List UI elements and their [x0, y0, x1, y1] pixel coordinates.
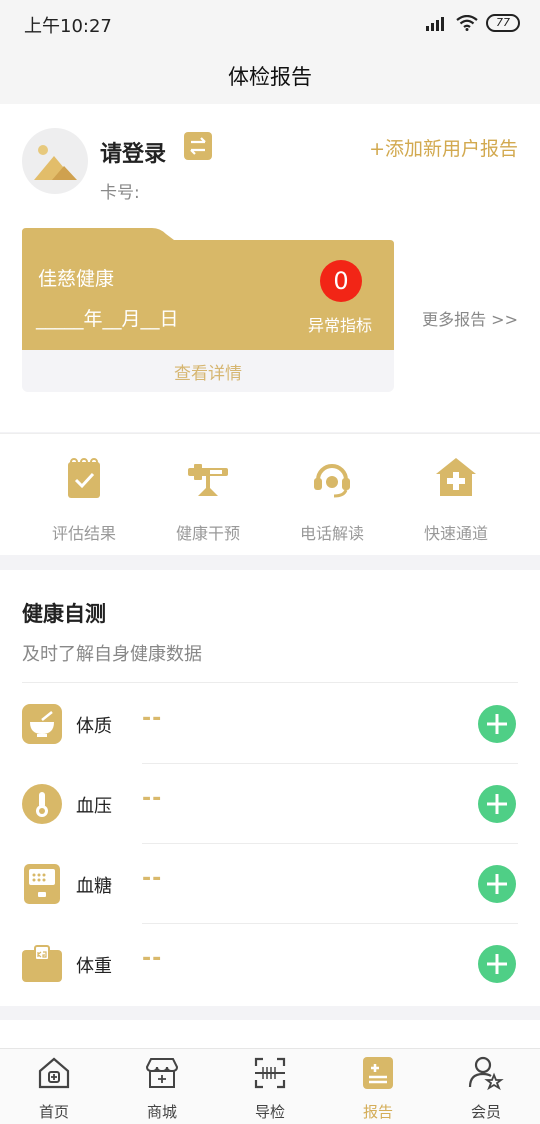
report-org-name: 佳慈健康: [38, 268, 115, 290]
shortcut-grid: 评估结果 健康干预 电话解读 快速通道: [0, 433, 540, 555]
home-icon: [38, 1057, 70, 1089]
tab-member[interactable]: 会员: [432, 1055, 540, 1122]
tab-label: 会员: [470, 1103, 501, 1121]
report-card[interactable]: 佳慈健康 _____年__月__日 0 异常指标 查看详情: [22, 228, 394, 392]
add-icon[interactable]: [478, 785, 516, 823]
clipboard-check-icon: [68, 458, 100, 498]
divider: [22, 682, 518, 683]
tab-store[interactable]: 商城: [108, 1055, 216, 1122]
tab-guide[interactable]: 导检: [216, 1055, 324, 1122]
bottom-tab-bar: 首页 商城 导检 报告 会员: [0, 1048, 540, 1124]
view-details-button[interactable]: 查看详情: [22, 350, 394, 392]
scan-icon: [254, 1057, 286, 1089]
section-title: 健康自测: [22, 602, 106, 626]
tab-label: 报告: [362, 1103, 393, 1121]
next-section-peek: [0, 1020, 540, 1048]
shortcut-health-intervention[interactable]: 健康干预: [146, 456, 270, 544]
tab-label: 导检: [254, 1103, 285, 1121]
battery-icon: 77: [486, 14, 520, 32]
health-self-test-section: 健康自测 及时了解自身健康数据 体质 -- 血压 -- 血糖 -- 体重 --: [0, 570, 540, 1006]
weight-kg-icon: [22, 945, 62, 982]
shortcut-phone-consult[interactable]: 电话解读: [270, 456, 394, 544]
signal-icon: [426, 17, 444, 31]
self-test-name: 血压: [76, 796, 112, 817]
add-user-report-link[interactable]: +添加新用户报告: [369, 134, 518, 161]
status-icons: 77: [426, 12, 520, 34]
headset-icon: [314, 464, 350, 498]
section-subtitle: 及时了解自身健康数据: [22, 644, 202, 665]
intervention-icon: [188, 464, 228, 496]
tab-label: 首页: [38, 1103, 69, 1121]
shortcut-label: 评估结果: [51, 524, 116, 543]
user-report-section: 请登录 卡号: +添加新用户报告 佳慈健康 _____年__月__日 0 异常指…: [0, 104, 540, 432]
self-test-row-weight[interactable]: 体重 --: [22, 924, 518, 1004]
avatar[interactable]: [22, 128, 88, 194]
abnormal-count-badge: 0: [320, 260, 362, 302]
tab-report[interactable]: 报告: [324, 1055, 432, 1122]
more-reports-link[interactable]: 更多报告 >>: [422, 306, 518, 330]
add-icon[interactable]: [478, 865, 516, 903]
self-test-name: 体质: [76, 716, 112, 737]
shortcut-fast-track[interactable]: 快速通道: [394, 456, 518, 544]
abnormal-label: 异常指标: [308, 316, 373, 335]
self-test-row-blood-pressure[interactable]: 血压 --: [22, 764, 518, 844]
self-test-value: --: [142, 866, 163, 891]
self-test-row-blood-sugar[interactable]: 血糖 --: [22, 844, 518, 924]
self-test-value: --: [142, 946, 163, 971]
nav-bar: 体检报告: [0, 48, 540, 104]
shortcut-label: 快速通道: [423, 524, 488, 543]
store-icon: [145, 1058, 179, 1088]
add-icon[interactable]: [478, 945, 516, 983]
self-test-row-constitution[interactable]: 体质 --: [22, 684, 518, 764]
wifi-icon: [456, 15, 478, 31]
thermometer-icon: [22, 784, 62, 824]
tab-label: 商城: [146, 1103, 177, 1121]
shortcut-label: 健康干预: [175, 524, 240, 543]
status-bar: 上午10:27 77: [0, 0, 540, 48]
glucose-meter-icon: [24, 864, 60, 904]
card-number-label: 卡号:: [100, 183, 140, 203]
shortcut-label: 电话解读: [299, 524, 364, 543]
page-title: 体检报告: [228, 65, 312, 89]
member-icon: [468, 1056, 504, 1091]
login-link[interactable]: 请登录: [100, 136, 166, 168]
report-icon: [363, 1057, 393, 1089]
status-time: 上午10:27: [24, 16, 112, 37]
bowl-icon: [22, 704, 62, 744]
medical-house-icon: [436, 458, 476, 496]
self-test-value: --: [142, 786, 163, 811]
image-placeholder-icon: [34, 145, 77, 180]
add-icon[interactable]: [478, 705, 516, 743]
shortcut-assessment-results[interactable]: 评估结果: [22, 456, 146, 544]
self-test-value: --: [142, 706, 163, 731]
report-date: _____年__月__日: [36, 308, 179, 330]
self-test-name: 体重: [76, 956, 112, 977]
section-gap: [0, 1006, 540, 1020]
tab-home[interactable]: 首页: [0, 1055, 108, 1122]
self-test-name: 血糖: [76, 876, 112, 897]
switch-user-icon[interactable]: [184, 132, 212, 160]
